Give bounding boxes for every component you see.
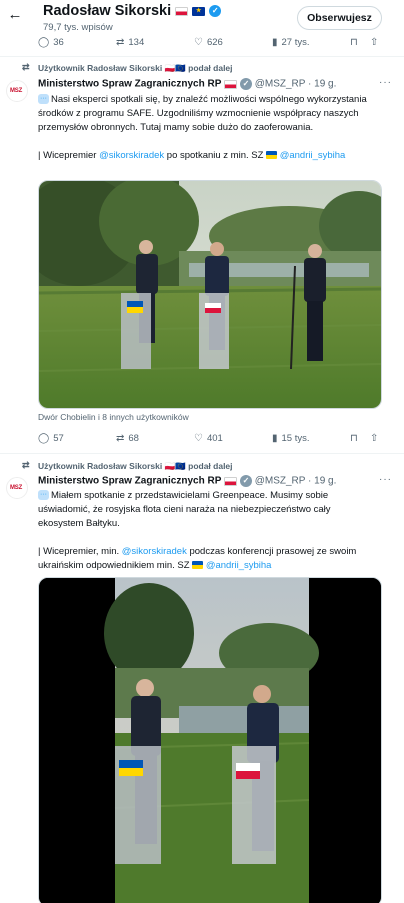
eu-flag-icon: ★ bbox=[192, 6, 206, 16]
mention-link[interactable]: @sikorskiradek bbox=[122, 546, 187, 557]
tweet-photo[interactable] bbox=[38, 180, 382, 409]
views-button[interactable]: ▮ 15 tys. bbox=[272, 433, 310, 444]
repost-icon: ⇄ bbox=[22, 62, 30, 72]
tweet-text: ··· Miałem spotkanie z przedstawicielami … bbox=[38, 490, 357, 571]
poland-flag-icon bbox=[175, 6, 189, 16]
tweet-actions: ◯ 57 ⇄ 68 ♡ 401 ▮ 15 tys. ⊓ ⇧ bbox=[38, 433, 384, 447]
share-button[interactable]: ⇧ bbox=[370, 37, 382, 48]
verified-badge-icon: ✓ bbox=[239, 475, 252, 487]
author-name[interactable]: Ministerstwo Spraw Zagranicznych RP bbox=[38, 476, 221, 487]
reply-icon: ◯ bbox=[38, 433, 50, 444]
repost-icon: ⇄ bbox=[116, 433, 125, 444]
views-icon: ▮ bbox=[272, 433, 278, 444]
verified-badge-icon: ✓ bbox=[209, 5, 222, 18]
repost-button[interactable]: ⇄ 68 bbox=[116, 433, 139, 444]
repost-icon: ⇄ bbox=[116, 37, 125, 48]
avatar[interactable]: MSZ bbox=[6, 477, 28, 499]
author-handle: @MSZ_RP · 19 g. bbox=[254, 78, 337, 90]
reply-button[interactable]: ◯ 36 bbox=[38, 37, 64, 48]
avatar-logo: MSZ bbox=[10, 88, 23, 94]
heart-icon: ♡ bbox=[194, 433, 203, 444]
avatar-logo: MSZ bbox=[10, 485, 23, 491]
bookmark-icon: ⊓ bbox=[350, 433, 358, 444]
verified-badge-icon: ✓ bbox=[239, 78, 252, 90]
poland-flag-icon bbox=[224, 79, 238, 89]
speech-icon: ··· bbox=[38, 490, 49, 501]
video-frame bbox=[39, 578, 381, 903]
photo-tags[interactable]: Dwór Chobielin i 8 innych użytkowników bbox=[38, 412, 189, 422]
like-button[interactable]: ♡ 401 bbox=[194, 433, 223, 444]
ukraine-flag-icon bbox=[266, 151, 278, 160]
more-icon[interactable]: ··· bbox=[379, 77, 392, 88]
poland-flag-icon bbox=[224, 476, 238, 486]
divider bbox=[0, 56, 404, 57]
bookmark-button[interactable]: ⊓ bbox=[350, 37, 362, 48]
photo-press-conference bbox=[39, 181, 381, 408]
back-arrow-icon[interactable]: ← bbox=[6, 6, 24, 24]
bookmark-icon: ⊓ bbox=[350, 37, 358, 48]
profile-name: Radosław Sikorski ★ ✓ bbox=[43, 3, 222, 19]
tweet-author-line: Ministerstwo Spraw Zagranicznych RP ✓ @M… bbox=[38, 78, 336, 90]
share-icon: ⇧ bbox=[370, 37, 379, 48]
bookmark-button[interactable]: ⊓ bbox=[350, 433, 362, 444]
share-button[interactable]: ⇧ bbox=[370, 433, 382, 444]
share-icon: ⇧ bbox=[370, 433, 379, 444]
mention-link[interactable]: @sikorskiradek bbox=[99, 150, 164, 161]
mention-link[interactable]: @andrii_sybiha bbox=[206, 560, 272, 571]
tweet-author-line: Ministerstwo Spraw Zagranicznych RP ✓ @M… bbox=[38, 475, 336, 487]
tweet-actions: ◯ 36 ⇄ 134 ♡ 626 ▮ 27 tys. ⊓ ⇧ bbox=[38, 37, 384, 51]
profile-header: ← Radosław Sikorski ★ ✓ 79,7 tys. wpisów… bbox=[0, 0, 404, 34]
more-icon[interactable]: ··· bbox=[379, 474, 392, 485]
divider bbox=[0, 453, 404, 454]
views-icon: ▮ bbox=[272, 37, 278, 48]
mention-link[interactable]: @andrii_sybiha bbox=[280, 150, 346, 161]
following-button[interactable]: Obserwujesz bbox=[297, 6, 382, 30]
avatar[interactable]: MSZ bbox=[6, 80, 28, 102]
profile-name-text: Radosław Sikorski bbox=[43, 3, 172, 19]
speech-icon: ··· bbox=[38, 94, 49, 105]
reply-icon: ◯ bbox=[38, 37, 50, 48]
post-count: 79,7 tys. wpisów bbox=[43, 22, 113, 33]
repost-button[interactable]: ⇄ 134 bbox=[116, 37, 144, 48]
ukraine-flag-icon bbox=[192, 561, 204, 570]
author-name[interactable]: Ministerstwo Spraw Zagranicznych RP bbox=[38, 79, 221, 90]
views-button[interactable]: ▮ 27 tys. bbox=[272, 37, 310, 48]
heart-icon: ♡ bbox=[194, 37, 203, 48]
repost-label: Użytkownik Radosław Sikorski 🇵🇱🇪🇺 podał … bbox=[38, 63, 233, 73]
repost-label: Użytkownik Radosław Sikorski 🇵🇱🇪🇺 podał … bbox=[38, 461, 233, 471]
repost-icon: ⇄ bbox=[22, 460, 30, 470]
tweet-text: ··· Nasi eksperci spotkali się, by znaleź… bbox=[38, 94, 367, 161]
author-handle: @MSZ_RP · 19 g. bbox=[254, 475, 337, 487]
reply-button[interactable]: ◯ 57 bbox=[38, 433, 64, 444]
like-button[interactable]: ♡ 626 bbox=[194, 37, 223, 48]
tweet-video[interactable] bbox=[38, 577, 382, 903]
